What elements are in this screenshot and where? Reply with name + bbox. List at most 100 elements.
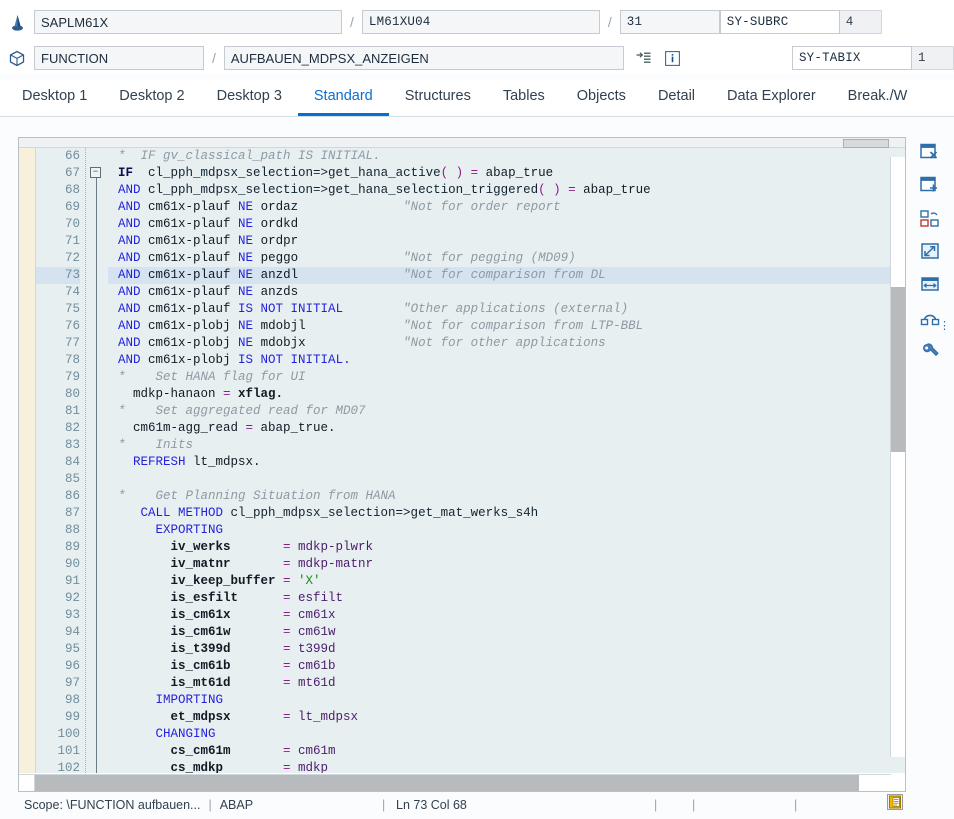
line-number: 89 xyxy=(64,540,80,554)
code-line[interactable]: is_t399d = t399d xyxy=(108,641,905,658)
code-line[interactable]: AND cm61x-plauf NE anzds xyxy=(108,284,905,301)
vertical-scroll-thumb[interactable] xyxy=(891,287,905,452)
line-number: 66 xyxy=(64,149,80,163)
line-number: 93 xyxy=(64,608,80,622)
code-line[interactable]: REFRESH lt_mdpsx. xyxy=(108,454,905,471)
code-folding-margin[interactable]: − xyxy=(86,148,108,773)
line-number: 85 xyxy=(64,472,80,486)
code-line[interactable]: AND cm61x-plauf NE peggo "Not for peggin… xyxy=(108,250,905,267)
code-line[interactable]: iv_werks = mdkp-plwrk xyxy=(108,539,905,556)
line-number: 87 xyxy=(64,506,80,520)
code-line[interactable]: AND cm61x-plauf NE ordpr xyxy=(108,233,905,250)
cube-object-icon xyxy=(0,50,34,67)
editor-top-handle[interactable] xyxy=(843,139,889,148)
tab-desktop-3[interactable]: Desktop 3 xyxy=(201,88,298,116)
code-line[interactable]: IF cl_pph_mdpsx_selection=>get_hana_acti… xyxy=(108,165,905,182)
vertical-scrollbar[interactable] xyxy=(890,157,905,757)
fold-collapse-box[interactable]: − xyxy=(90,167,101,178)
code-line[interactable]: * IF gv_classical_path IS INITIAL. xyxy=(108,148,905,165)
status-separator-5: | xyxy=(794,798,798,812)
code-line[interactable]: AND cm61x-plauf NE ordkd xyxy=(108,216,905,233)
tab-structures[interactable]: Structures xyxy=(389,88,487,116)
line-number: 95 xyxy=(64,642,80,656)
status-separator-2: | xyxy=(382,798,386,812)
code-line[interactable]: iv_keep_buffer = 'X' xyxy=(108,573,905,590)
code-line[interactable]: AND cm61x-plobj NE mdobjx "Not for other… xyxy=(108,335,905,352)
header-row-program: / / xyxy=(0,6,954,38)
include-field[interactable] xyxy=(361,10,600,34)
tab-standard[interactable]: Standard xyxy=(297,88,389,116)
editor-body: 66 67 68 69 70 71 72 73 74 75 76 77 78 79 80 81 82 83 84 85… xyxy=(19,148,905,773)
code-line[interactable]: is_cm61x = cm61x xyxy=(108,607,905,624)
code-line[interactable]: CALL METHOD cl_pph_mdpsx_selection=>get_… xyxy=(108,505,905,522)
status-bar: Scope: \FUNCTION aufbauen... | ABAP | Ln… xyxy=(18,794,936,816)
tab-desktop-2[interactable]: Desktop 2 xyxy=(103,88,200,116)
code-line[interactable]: is_cm61b = cm61b xyxy=(108,658,905,675)
object-separator: / xyxy=(212,50,216,66)
code-line[interactable]: is_mt61d = mt61d xyxy=(108,675,905,692)
code-line[interactable]: et_mdpsx = lt_mdpsx xyxy=(108,709,905,726)
code-line[interactable]: AND cm61x-plauf NE ordaz "Not for order … xyxy=(108,199,905,216)
object-type-field[interactable] xyxy=(34,46,204,70)
code-text-area[interactable]: * IF gv_classical_path IS INITIAL. IF cl_… xyxy=(108,148,905,773)
line-number-field[interactable] xyxy=(619,10,720,34)
status-separator-3: | xyxy=(654,798,658,812)
code-line[interactable]: EXPORTING xyxy=(108,522,905,539)
line-number: 79 xyxy=(64,370,80,384)
object-name-field[interactable] xyxy=(223,46,624,70)
fit-width-icon[interactable] xyxy=(917,273,943,295)
fold-line xyxy=(96,172,97,773)
code-line[interactable]: AND cm61x-plobj NE mdobjl "Not for compa… xyxy=(108,318,905,335)
header-row-object: / xyxy=(0,42,954,74)
tab-objects[interactable]: Objects xyxy=(561,88,642,116)
breakpoint-margin[interactable] xyxy=(19,148,36,773)
line-number: 73 xyxy=(36,267,80,284)
code-line[interactable]: cs_mdkp = mdkp xyxy=(108,760,905,773)
code-line[interactable]: AND cm61x-plobj IS NOT INITIAL. xyxy=(108,352,905,369)
program-field[interactable] xyxy=(34,10,342,34)
line-number: 91 xyxy=(64,574,80,588)
sy-tabix-value xyxy=(911,46,954,70)
code-line[interactable]: AND cm61x-plauf IS NOT INITIAL "Other ap… xyxy=(108,301,905,318)
code-line[interactable]: cm61m-agg_read = abap_true. xyxy=(108,420,905,437)
line-number: 75 xyxy=(64,302,80,316)
code-line[interactable]: mdkp-hanaon = xflag. xyxy=(108,386,905,403)
code-line[interactable]: * Get Planning Situation from HANA xyxy=(108,488,905,505)
resize-window-icon[interactable] xyxy=(917,240,943,262)
close-window-icon[interactable] xyxy=(917,141,943,163)
code-line[interactable]: iv_matnr = mdkp-matnr xyxy=(108,556,905,573)
settings-wrench-icon[interactable] xyxy=(917,339,943,361)
tab-desktop-1[interactable]: Desktop 1 xyxy=(6,88,103,116)
tab-data-explorer[interactable]: Data Explorer xyxy=(711,88,832,116)
code-line[interactable] xyxy=(108,471,905,488)
rail-overflow-dots[interactable]: ⋮ xyxy=(939,321,950,332)
change-layout-icon[interactable] xyxy=(917,207,943,229)
tab-detail[interactable]: Detail xyxy=(642,88,711,116)
tab-tables[interactable]: Tables xyxy=(487,88,561,116)
code-line[interactable]: AND cl_pph_mdpsx_selection=>get_hana_sel… xyxy=(108,182,905,199)
line-number: 78 xyxy=(64,353,80,367)
sy-tabix-label[interactable] xyxy=(791,46,912,70)
code-line[interactable]: is_esfilt = esfilt xyxy=(108,590,905,607)
code-line[interactable]: * Set HANA flag for UI xyxy=(108,369,905,386)
line-number: 102 xyxy=(57,761,80,773)
code-line[interactable]: CHANGING xyxy=(108,726,905,743)
sy-subrc-label[interactable] xyxy=(719,10,840,34)
line-number: 77 xyxy=(64,336,80,350)
line-number-gutter: 66 67 68 69 70 71 72 73 74 75 76 77 78 79 80 81 82 83 84 85… xyxy=(36,148,86,773)
info-icon[interactable] xyxy=(661,50,684,66)
code-line[interactable]: * Set aggregated read for MD07 xyxy=(108,403,905,420)
code-line[interactable]: AND cm61x-plauf NE anzdl "Not for compar… xyxy=(108,267,905,284)
clipboard-icon[interactable] xyxy=(886,793,904,814)
code-line[interactable]: is_cm61w = cm61w xyxy=(108,624,905,641)
line-number: 70 xyxy=(64,217,80,231)
code-line[interactable]: * Inits xyxy=(108,437,905,454)
tab-break-w[interactable]: Break./W xyxy=(832,88,924,116)
goto-line-icon[interactable] xyxy=(632,51,655,65)
horizontal-scrollbar[interactable] xyxy=(19,774,891,791)
code-line[interactable]: cs_cm61m = cm61m xyxy=(108,743,905,760)
tab-bar: Desktop 1 Desktop 2 Desktop 3 Standard Struc… xyxy=(0,80,954,117)
new-window-icon[interactable] xyxy=(917,174,943,196)
code-line[interactable]: IMPORTING xyxy=(108,692,905,709)
horizontal-scroll-thumb[interactable] xyxy=(35,775,859,791)
